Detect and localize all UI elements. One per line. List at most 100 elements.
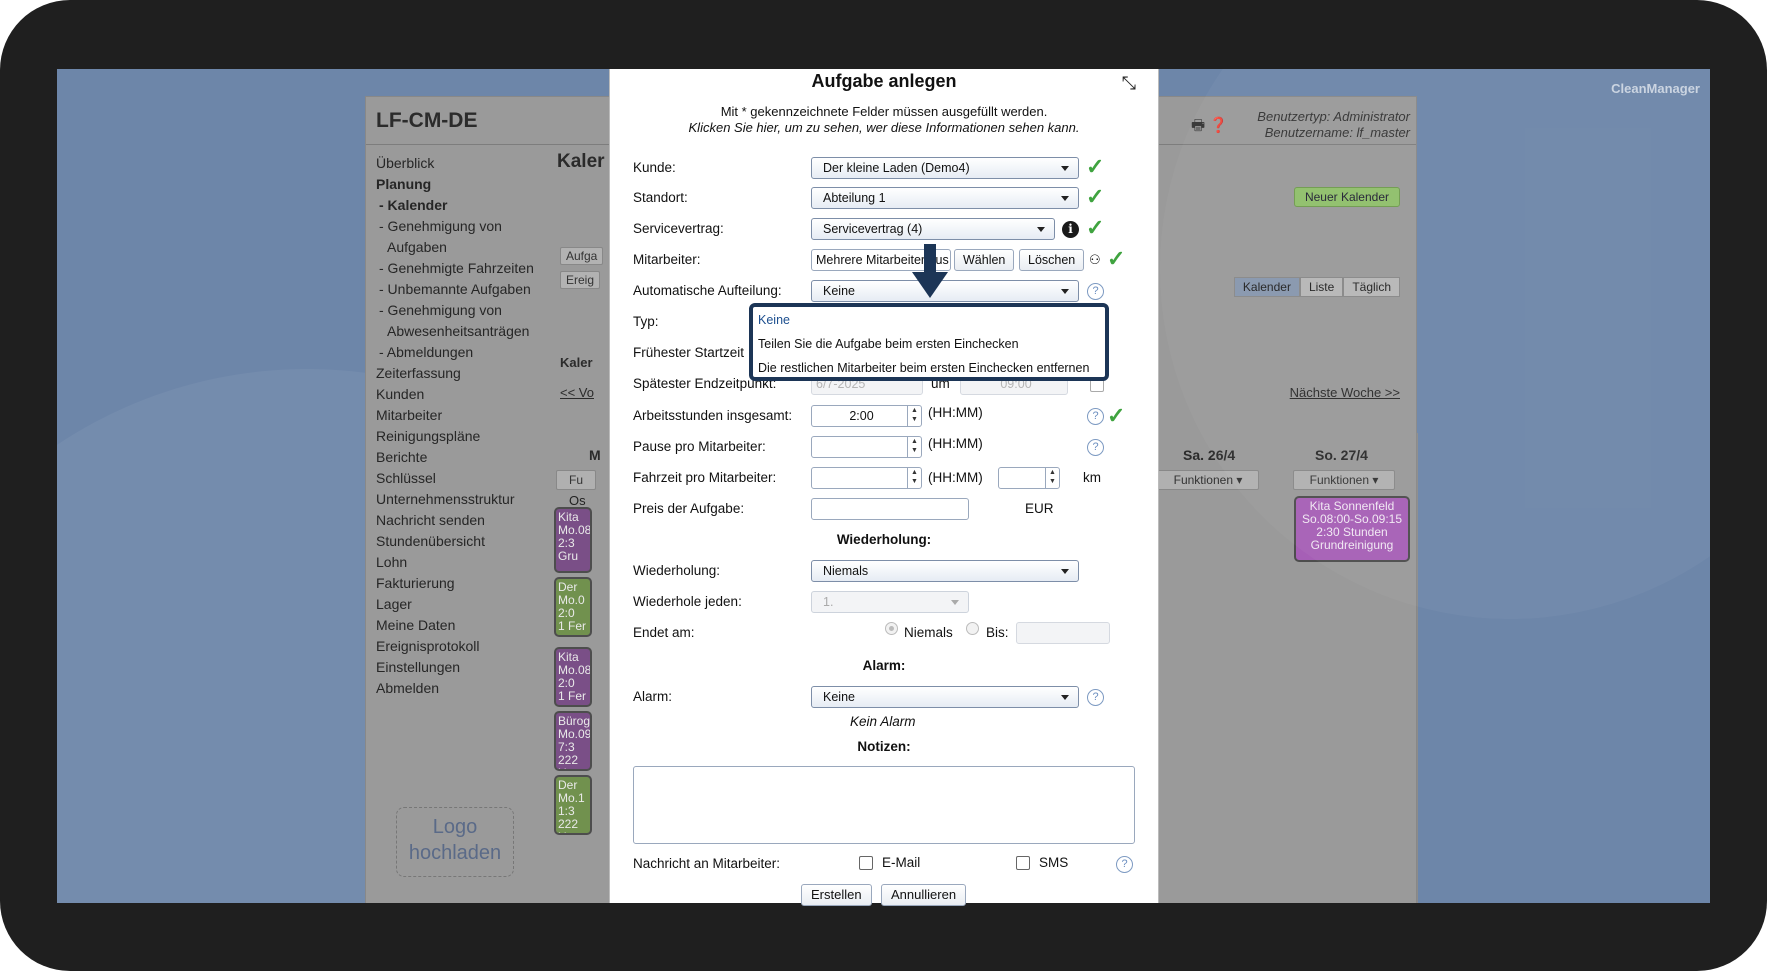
alarm-select[interactable]: Keine	[811, 686, 1079, 708]
check-icon: ✓	[1086, 184, 1105, 209]
sidebar-item[interactable]: Zeiterfassung	[376, 363, 546, 384]
calendar-event[interactable]: BürogMo.097:3222 U	[554, 711, 592, 771]
sidebar-item[interactable]: Überblick	[376, 153, 546, 174]
header-icons: 🖶 ❓	[1191, 115, 1228, 140]
help-icon[interactable]: ?	[1087, 689, 1104, 706]
stepper-icon[interactable]: ▲ ▼	[907, 468, 921, 488]
sidebar-item[interactable]: - Unbemannte Aufgaben	[376, 279, 546, 300]
shrink-icon[interactable]: ⤡	[1122, 73, 1136, 94]
tasks-tag-button[interactable]: Aufga	[560, 247, 604, 265]
help-icon[interactable]: ?	[1087, 439, 1104, 456]
sidebar-item[interactable]: Meine Daten	[376, 615, 546, 636]
stepper-icon[interactable]: ▲ ▼	[907, 437, 921, 457]
help-icon[interactable]: ❓	[1209, 117, 1228, 134]
repeat-section-title: Wiederholung:	[836, 532, 932, 547]
dropdown-option[interactable]: Die restlichen Mitarbeiter beim ersten E…	[753, 358, 1105, 382]
sidebar-item[interactable]: Stundenübersicht	[376, 531, 546, 552]
email-checkbox[interactable]	[859, 856, 873, 870]
visibility-link[interactable]: Klicken Sie hier, um zu sehen, wer diese…	[610, 120, 1158, 136]
stepper-icon[interactable]: ▲ ▼	[907, 406, 921, 426]
sidebar-item[interactable]: - Abmeldungen	[376, 342, 546, 363]
km-input[interactable]: ▲ ▼	[998, 467, 1060, 489]
sidebar-item[interactable]: Abwesenheitsanträgen	[376, 321, 546, 342]
travel-time-input[interactable]: ▲ ▼	[811, 467, 922, 489]
repeat-every-select[interactable]: 1.	[811, 591, 969, 613]
create-button[interactable]: Erstellen	[801, 884, 872, 906]
sms-checkbox[interactable]	[1016, 856, 1030, 870]
ends-until-radio[interactable]	[966, 622, 979, 635]
price-input[interactable]	[811, 498, 969, 520]
sidebar-item[interactable]: - Kalender	[376, 195, 546, 216]
calendar-event[interactable]: Der Mo.0 2:0 1 Fer	[554, 577, 592, 637]
work-hours-input[interactable]: 2:00 ▲ ▼	[811, 405, 922, 427]
dropdown-option[interactable]: Keine	[753, 310, 1105, 334]
help-icon[interactable]: ?	[1087, 283, 1104, 300]
stepper-icon[interactable]: ▲ ▼	[1045, 468, 1059, 488]
help-icon[interactable]: ?	[1087, 408, 1104, 425]
help-icon[interactable]: ?	[1116, 856, 1133, 873]
calendar-event[interactable]: DerMo.11:3222 U	[554, 775, 592, 835]
view-list-button[interactable]: Liste	[1299, 277, 1344, 297]
choose-employee-button[interactable]: Wählen	[954, 249, 1015, 271]
hours-unit: (HH:MM)	[928, 405, 983, 420]
sidebar-item[interactable]: Nachricht senden	[376, 510, 546, 531]
sidebar-item[interactable]: Abmelden	[376, 678, 546, 699]
events-tag-button[interactable]: Ereig	[560, 271, 601, 289]
logo-upload[interactable]: Logo hochladen	[396, 807, 514, 877]
sidebar-item[interactable]: Reinigungspläne	[376, 426, 546, 447]
sidebar-item[interactable]: - Genehmigte Fahrzeiten	[376, 258, 546, 279]
functions-button-sun[interactable]: Funktionen ▾	[1293, 470, 1395, 490]
info-icon[interactable]: i	[1062, 221, 1079, 238]
sidebar-item[interactable]: Kunden	[376, 384, 546, 405]
event-line: So.08:00-So.09:15	[1301, 512, 1403, 526]
sidebar-item[interactable]: Schlüssel	[376, 468, 546, 489]
functions-button-mon[interactable]: Fu	[556, 470, 596, 490]
functions-button-sat[interactable]: Funktionen ▾	[1157, 470, 1259, 490]
ends-until-label: Bis:	[986, 625, 1009, 640]
arrow-down-icon	[924, 244, 936, 274]
view-daily-button[interactable]: Täglich	[1343, 277, 1400, 297]
org-tree-icon[interactable]: ⚇	[1089, 252, 1101, 268]
sidebar-item[interactable]: Ereignisprotokoll	[376, 636, 546, 657]
service-contract-select[interactable]: Servicevertrag (4)	[811, 218, 1055, 240]
calendar-event[interactable]: Kita Mo.08 2:0 1 Fer	[554, 647, 592, 707]
sidebar-item[interactable]: Mitarbeiter	[376, 405, 546, 426]
delete-employee-button[interactable]: Löschen	[1019, 249, 1085, 271]
logo-upload-line2: hochladen	[408, 842, 502, 864]
repeat-label: Wiederholung:	[633, 563, 721, 578]
sidebar-item[interactable]: - Genehmigung von	[376, 300, 546, 321]
sidebar-item[interactable]: Lager	[376, 594, 546, 615]
calendar-event[interactable]: Kita Mo.08 2:3 Gru	[554, 507, 592, 573]
location-select[interactable]: Abteilung 1	[811, 187, 1079, 209]
sidebar-item[interactable]: Berichte	[376, 447, 546, 468]
customer-select[interactable]: Der kleine Laden (Demo4)	[811, 157, 1079, 179]
ends-until-input[interactable]	[1016, 622, 1110, 644]
break-input[interactable]: ▲ ▼	[811, 436, 922, 458]
travel-unit: (HH:MM)	[928, 470, 983, 485]
sidebar-item[interactable]: Einstellungen	[376, 657, 546, 678]
sidebar-item[interactable]: Unternehmensstruktur	[376, 489, 546, 510]
ends-never-radio[interactable]	[885, 622, 898, 635]
sms-label: SMS	[1039, 855, 1069, 870]
dropdown-option[interactable]: Teilen Sie die Aufgabe beim ersten Einch…	[753, 334, 1105, 358]
new-calendar-button[interactable]: Neuer Kalender	[1293, 187, 1400, 207]
auto-split-dropdown-list: Keine Teilen Sie die Aufgabe beim ersten…	[749, 303, 1109, 381]
event-line: 222 U	[558, 817, 579, 834]
print-icon[interactable]: 🖶	[1191, 117, 1205, 134]
repeat-select[interactable]: Niemals	[811, 560, 1079, 582]
sidebar-item[interactable]: Aufgaben	[376, 237, 546, 258]
sidebar-item[interactable]: Lohn	[376, 552, 546, 573]
view-calendar-button[interactable]: Kalender	[1233, 277, 1300, 297]
sidebar-item[interactable]: Planung	[376, 174, 546, 195]
alarm-section-title: Alarm:	[862, 658, 906, 673]
arrow-head-icon	[912, 272, 948, 298]
sidebar-item[interactable]: Fakturierung	[376, 573, 546, 594]
notes-textarea[interactable]	[633, 766, 1135, 844]
calendar-event[interactable]: Kita Sonnenfeld So.08:00-So.09:15 2:30 S…	[1294, 496, 1410, 562]
prev-week-link[interactable]: << Vo	[560, 385, 594, 400]
next-week-link[interactable]: Nächste Woche >>	[1290, 385, 1400, 400]
cancel-button[interactable]: Annullieren	[881, 884, 967, 906]
sidebar-item[interactable]: - Genehmigung von	[376, 216, 546, 237]
work-hours-label: Arbeitsstunden insgesamt:	[633, 408, 793, 423]
auto-split-label: Automatische Aufteilung:	[633, 283, 782, 298]
